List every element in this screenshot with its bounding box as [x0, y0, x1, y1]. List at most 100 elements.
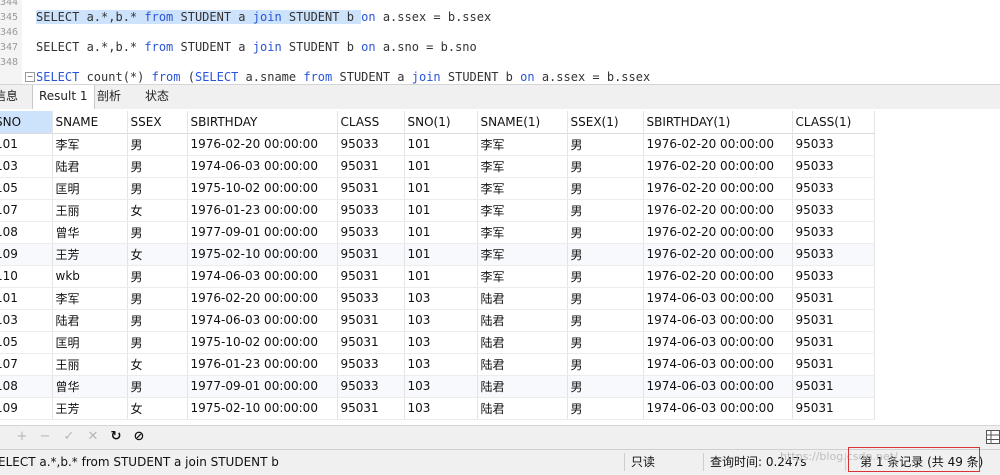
table-cell[interactable]: 李军 — [477, 155, 568, 178]
grid-view-icon[interactable] — [986, 430, 1000, 444]
table-cell[interactable]: 103 — [404, 287, 478, 310]
table-cell[interactable]: 李军 — [477, 221, 568, 244]
sql-line-sno-join[interactable]: SELECT a.*,b.* from STUDENT a join STUDE… — [36, 40, 477, 54]
table-cell[interactable]: 男 — [567, 397, 644, 420]
table-cell[interactable]: 男 — [127, 375, 188, 398]
table-cell[interactable]: 109 — [0, 243, 53, 266]
sql-line-count-subquery[interactable]: SELECT count(*) from (SELECT a.sname fro… — [36, 70, 650, 84]
table-cell[interactable]: 陆君 — [477, 375, 568, 398]
refresh-button[interactable]: ↻ — [108, 429, 124, 445]
table-row[interactable]: 101李军男1976-02-20 00:00:0095033101李军男1976… — [0, 133, 875, 156]
table-cell[interactable]: 95031 — [337, 243, 405, 266]
table-row[interactable]: 110wkb男1974-06-03 00:00:0095031101李军男197… — [0, 265, 875, 288]
column-header-sname1[interactable]: SNAME(1) — [477, 111, 568, 134]
table-cell[interactable]: 1976-02-20 00:00:00 — [643, 243, 793, 266]
table-cell[interactable]: 陆君 — [477, 287, 568, 310]
table-cell[interactable]: 1975-10-02 00:00:00 — [187, 177, 338, 200]
table-cell[interactable]: 101 — [404, 133, 478, 156]
table-cell[interactable]: 女 — [127, 243, 188, 266]
table-row[interactable]: 103陆君男1974-06-03 00:00:0095031103陆君男1974… — [0, 309, 875, 332]
table-cell[interactable]: 108 — [0, 375, 53, 398]
table-cell[interactable]: 1975-02-10 00:00:00 — [187, 397, 338, 420]
result-grid[interactable]: SNOSNAMESSEXSBIRTHDAYCLASSSNO(1)SNAME(1)… — [0, 109, 1000, 425]
table-cell[interactable]: 101 — [404, 177, 478, 200]
table-cell[interactable]: 1976-02-20 00:00:00 — [643, 133, 793, 156]
table-cell[interactable]: 女 — [127, 199, 188, 222]
table-cell[interactable]: 1976-02-20 00:00:00 — [643, 265, 793, 288]
table-cell[interactable]: 103 — [404, 397, 478, 420]
table-cell[interactable]: 1976-02-20 00:00:00 — [187, 287, 338, 310]
table-cell[interactable]: 95033 — [792, 243, 875, 266]
table-cell[interactable]: 1976-02-20 00:00:00 — [643, 221, 793, 244]
table-cell[interactable]: 101 — [404, 221, 478, 244]
column-header-sname[interactable]: SNAME — [52, 111, 128, 134]
table-cell[interactable]: 95033 — [337, 133, 405, 156]
table-cell[interactable]: 103 — [404, 375, 478, 398]
table-cell[interactable]: 1974-06-03 00:00:00 — [643, 375, 793, 398]
table-cell[interactable]: 95033 — [792, 199, 875, 222]
table-cell[interactable]: 男 — [567, 375, 644, 398]
table-cell[interactable]: 95031 — [792, 397, 875, 420]
table-cell[interactable]: 李军 — [477, 177, 568, 200]
table-cell[interactable]: 李军 — [477, 133, 568, 156]
table-cell[interactable]: wkb — [52, 265, 128, 288]
table-cell[interactable]: 95033 — [792, 221, 875, 244]
column-header-ssex[interactable]: SSEX — [127, 111, 188, 134]
table-cell[interactable]: 101 — [404, 199, 478, 222]
stop-button[interactable]: ⊘ — [131, 429, 147, 445]
table-cell[interactable]: 95031 — [792, 331, 875, 354]
table-cell[interactable]: 男 — [567, 353, 644, 376]
table-cell[interactable]: 1975-10-02 00:00:00 — [187, 331, 338, 354]
delete-record-button[interactable]: − — [37, 429, 53, 445]
table-cell[interactable]: 95033 — [792, 265, 875, 288]
table-cell[interactable]: 103 — [404, 331, 478, 354]
table-cell[interactable]: 女 — [127, 397, 188, 420]
table-row[interactable]: 108曾华男1977-09-01 00:00:0095033101李军男1976… — [0, 221, 875, 244]
table-cell[interactable]: 王芳 — [52, 243, 128, 266]
table-cell[interactable]: 陆君 — [52, 155, 128, 178]
table-cell[interactable]: 105 — [0, 331, 53, 354]
table-cell[interactable]: 1974-06-03 00:00:00 — [643, 353, 793, 376]
table-cell[interactable]: 男 — [567, 221, 644, 244]
column-header-sno[interactable]: SNO — [0, 111, 53, 134]
column-header-sno1[interactable]: SNO(1) — [404, 111, 478, 134]
table-cell[interactable]: 95031 — [792, 353, 875, 376]
table-cell[interactable]: 男 — [127, 221, 188, 244]
table-cell[interactable]: 95031 — [337, 265, 405, 288]
table-cell[interactable]: 李军 — [477, 199, 568, 222]
column-header-class1[interactable]: CLASS(1) — [792, 111, 875, 134]
table-cell[interactable]: 1975-02-10 00:00:00 — [187, 243, 338, 266]
table-cell[interactable]: 95033 — [792, 177, 875, 200]
table-cell[interactable]: 男 — [127, 287, 188, 310]
table-cell[interactable]: 王芳 — [52, 397, 128, 420]
table-cell[interactable]: 103 — [404, 309, 478, 332]
table-cell[interactable]: 男 — [567, 309, 644, 332]
table-cell[interactable]: 1974-06-03 00:00:00 — [643, 331, 793, 354]
table-row[interactable]: 101李军男1976-02-20 00:00:0095033103陆君男1974… — [0, 287, 875, 310]
table-row[interactable]: 103陆君男1974-06-03 00:00:0095031101李军男1976… — [0, 155, 875, 178]
table-cell[interactable]: 95033 — [337, 221, 405, 244]
table-cell[interactable]: 108 — [0, 221, 53, 244]
table-cell[interactable]: 曾华 — [52, 221, 128, 244]
table-cell[interactable]: 95031 — [337, 331, 405, 354]
table-row[interactable]: 105匡明男1975-10-02 00:00:0095031103陆君男1974… — [0, 331, 875, 354]
table-cell[interactable]: 101 — [0, 287, 53, 310]
table-cell[interactable]: 1974-06-03 00:00:00 — [643, 397, 793, 420]
table-row[interactable]: 108曾华男1977-09-01 00:00:0095033103陆君男1974… — [0, 375, 875, 398]
table-cell[interactable]: 陆君 — [477, 331, 568, 354]
table-cell[interactable]: 王丽 — [52, 353, 128, 376]
table-cell[interactable]: 1974-06-03 00:00:00 — [187, 265, 338, 288]
tab-result-1[interactable]: Result 1 — [32, 85, 95, 110]
table-cell[interactable]: 曾华 — [52, 375, 128, 398]
table-cell[interactable]: 95031 — [337, 155, 405, 178]
table-cell[interactable]: 95031 — [792, 375, 875, 398]
table-cell[interactable]: 95031 — [792, 287, 875, 310]
table-cell[interactable]: 男 — [567, 331, 644, 354]
tab-status[interactable]: 状态 — [139, 85, 175, 109]
table-row[interactable]: 109王芳女1975-02-10 00:00:0095031101李军男1976… — [0, 243, 875, 266]
fold-toggle-icon[interactable]: − — [25, 72, 35, 82]
table-cell[interactable]: 1974-06-03 00:00:00 — [643, 287, 793, 310]
table-cell[interactable]: 男 — [567, 133, 644, 156]
table-cell[interactable]: 103 — [0, 309, 53, 332]
sql-line-ssex-join[interactable]: SELECT a.*,b.* from STUDENT a join STUDE… — [36, 10, 491, 24]
